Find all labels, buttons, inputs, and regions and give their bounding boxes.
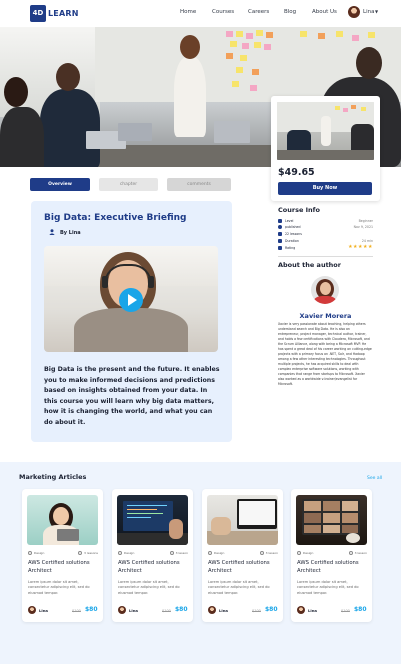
old-price: $100	[72, 609, 81, 613]
info-label: Level	[285, 218, 294, 223]
user-name[interactable]: Lina	[363, 9, 374, 15]
article-title[interactable]: AWS Certified solutions Architect	[118, 560, 188, 575]
article-title[interactable]: AWS Certified solutions Architect	[297, 560, 367, 575]
article-description: Lorem ipsum dolor sit amet, consectetur …	[28, 580, 90, 595]
see-all-link[interactable]: See all	[367, 476, 382, 481]
course-thumbnail	[277, 102, 374, 160]
article-image	[296, 495, 367, 545]
new-price: $80	[85, 606, 98, 613]
course-title: Big Data: Executive Briefing	[44, 213, 187, 223]
article-description: Lorem ipsum dolor sit amet, consectetur …	[297, 580, 359, 595]
author-heading: About the author	[278, 261, 341, 269]
user-icon	[49, 229, 55, 235]
user-avatar[interactable]	[348, 6, 360, 18]
course-author-byline: By Lina	[60, 230, 81, 236]
author-avatar	[208, 606, 216, 614]
article-author: Lina	[39, 608, 48, 613]
old-price: $100	[252, 609, 261, 613]
info-label: 22 lessons	[285, 231, 302, 236]
clock-icon	[278, 238, 282, 243]
article-description: Lorem ipsum dolor sit amet, consectetur …	[208, 580, 270, 595]
logo-mark[interactable]: 4D	[30, 5, 46, 22]
info-label: published	[285, 224, 301, 229]
info-row-lessons: 22 lessons	[278, 231, 373, 237]
article-card[interactable]: Design 3 lesson AWS Certified solutions …	[112, 489, 193, 622]
logo-text[interactable]: LEARN	[48, 9, 79, 18]
nav-link-blog[interactable]: Blog	[284, 9, 296, 15]
article-image	[27, 495, 98, 545]
article-image	[117, 495, 188, 545]
info-label: Rating	[285, 245, 296, 250]
article-category: Design	[208, 551, 224, 555]
course-info-heading: Course Info	[278, 206, 320, 214]
info-value: Beginner	[358, 218, 373, 223]
old-price: $100	[162, 609, 171, 613]
article-lessons: 3 lesson	[169, 551, 188, 555]
play-icon[interactable]	[119, 288, 143, 312]
nav-link-home[interactable]: Home	[180, 9, 196, 15]
author-avatar	[297, 606, 305, 614]
article-author: Lina	[308, 608, 317, 613]
article-image	[207, 495, 278, 545]
info-value: Nov 9, 2021	[353, 224, 373, 229]
articles-heading: Marketing Articles	[19, 473, 87, 481]
author-avatar	[28, 606, 36, 614]
info-row-published: published Nov 9, 2021	[278, 224, 373, 230]
article-author: Lina	[219, 608, 228, 613]
new-price: $80	[175, 606, 188, 613]
tab-chapter[interactable]: chapter	[99, 178, 158, 191]
star-rating: ★★★★★	[348, 244, 373, 250]
article-description: Lorem ipsum dolor sit amet, consectetur …	[118, 580, 180, 595]
article-title[interactable]: AWS Certified solutions Architect	[28, 560, 98, 575]
author-avatar	[118, 606, 126, 614]
author-bio: Xavier is very passionate about teaching…	[278, 322, 372, 386]
new-price: $80	[354, 606, 367, 613]
article-card[interactable]: Design 3 lessons AWS Certified solutions…	[22, 489, 103, 622]
buy-now-button[interactable]: Buy Now	[278, 182, 372, 195]
article-card[interactable]: Design 3 lesson AWS Certified solutions …	[202, 489, 283, 622]
nav-link-careers[interactable]: Careers	[248, 9, 269, 15]
article-title[interactable]: AWS Certified solutions Architect	[208, 560, 278, 575]
article-lessons: 3 lessons	[78, 551, 98, 555]
article-category: Design	[28, 551, 44, 555]
new-price: $80	[265, 606, 278, 613]
info-row-rating: Rating ★★★★★	[278, 244, 373, 251]
tab-overview[interactable]: Overview	[30, 178, 90, 191]
article-author: Lina	[129, 608, 138, 613]
article-lessons: 3 lesson	[348, 551, 367, 555]
calendar-icon	[278, 224, 282, 229]
lessons-icon	[278, 231, 282, 236]
chevron-down-icon[interactable]: ▼	[375, 9, 378, 14]
tab-comments[interactable]: comments	[167, 178, 231, 191]
divider	[278, 256, 373, 257]
nav-link-courses[interactable]: Courses	[212, 9, 234, 15]
course-price: $49.65	[278, 167, 315, 178]
article-card[interactable]: Design 3 lesson AWS Certified solutions …	[291, 489, 372, 622]
info-value: 24 min	[361, 238, 373, 243]
article-category: Design	[297, 551, 313, 555]
level-icon	[278, 218, 282, 223]
top-nav: 4D LEARN Home Courses Careers Blog About…	[0, 0, 401, 27]
nav-link-about[interactable]: About Us	[312, 9, 337, 15]
info-label: Duration	[285, 238, 299, 243]
rating-icon	[278, 245, 282, 250]
author-photo	[311, 276, 339, 304]
course-description: Big Data is the present and the future. …	[44, 366, 220, 426]
author-name[interactable]: Xavier Morera	[278, 312, 373, 320]
old-price: $100	[341, 609, 350, 613]
article-lessons: 3 lesson	[259, 551, 278, 555]
article-category: Design	[118, 551, 134, 555]
